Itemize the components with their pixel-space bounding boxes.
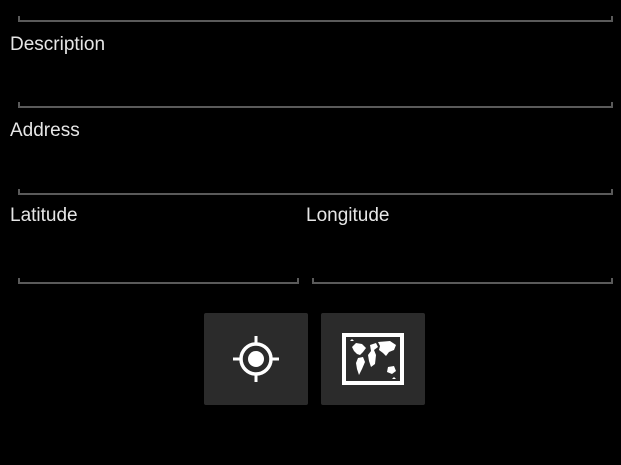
gps-locate-icon xyxy=(233,336,279,382)
map-button[interactable] xyxy=(321,313,425,405)
description-field[interactable] xyxy=(18,88,613,108)
address-label: Address xyxy=(10,120,80,141)
longitude-field[interactable] xyxy=(312,264,613,284)
latitude-label: Latitude xyxy=(10,205,78,226)
address-field[interactable] xyxy=(18,175,613,195)
locate-button[interactable] xyxy=(204,313,308,405)
world-map-icon xyxy=(342,333,404,385)
longitude-label: Longitude xyxy=(306,205,390,226)
description-label: Description xyxy=(10,34,106,55)
top-text-field[interactable] xyxy=(18,2,613,22)
latitude-field[interactable] xyxy=(18,264,299,284)
